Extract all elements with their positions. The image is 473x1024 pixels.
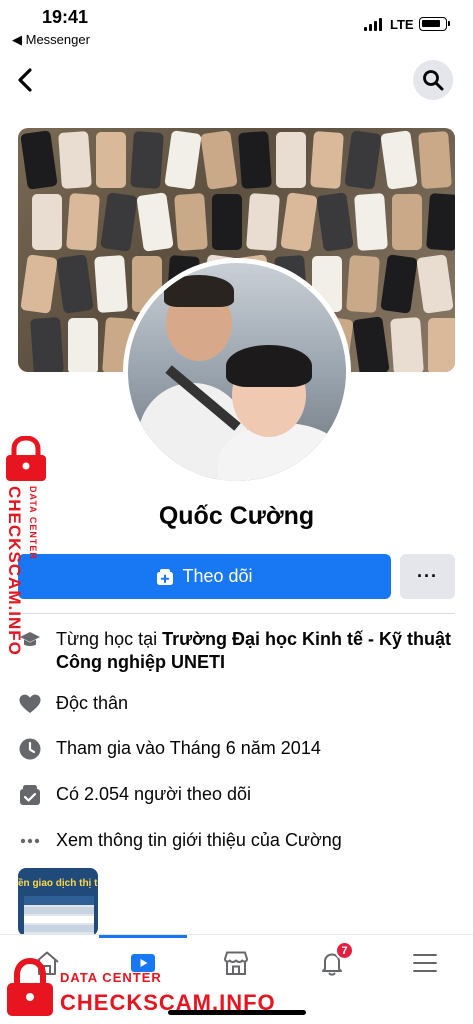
more-icon: ···	[417, 566, 438, 586]
cover-phone	[20, 254, 58, 314]
cover-phone	[20, 130, 58, 190]
watermark-bottom-brand: CHECKSCAM.INFO	[60, 990, 276, 1015]
profile-name: Quốc Cường	[158, 502, 315, 530]
search-icon	[423, 70, 444, 91]
watermark-lock-bottom-icon	[7, 958, 53, 1016]
cover-phone	[246, 193, 280, 251]
cover-phone	[94, 255, 128, 313]
thumbnail-title: ền giao dịch thị trườn	[18, 878, 98, 889]
thumbnail-table	[24, 896, 94, 936]
battery-icon	[419, 17, 450, 31]
joined-text: Tham gia vào Tháng 6 năm 2014	[56, 738, 321, 758]
cover-phone	[58, 131, 92, 189]
cover-phone	[310, 131, 344, 189]
info-relationship: Độc thân	[18, 692, 458, 716]
info-see-about[interactable]: Xem thông tin giới thiệu của Cường	[18, 829, 458, 853]
cover-phone	[392, 194, 422, 250]
cover-phone	[100, 192, 138, 252]
back-button[interactable]	[12, 64, 40, 96]
cover-phone	[212, 194, 242, 250]
follow-button[interactable]: Theo dõi	[18, 554, 391, 599]
followers-icon	[18, 783, 42, 807]
status-time: 19:41	[42, 7, 89, 27]
cover-phone	[174, 193, 208, 251]
cover-phone	[200, 130, 238, 190]
watermark-lock-icon	[6, 436, 46, 481]
info-education: Từng học tại Trường Đại học Kinh tế - Kỹ…	[18, 628, 458, 674]
notification-badge: 7	[335, 941, 354, 960]
follow-button-label: Theo dõi	[182, 566, 253, 586]
cover-phone	[66, 193, 100, 251]
active-tab-indicator	[99, 935, 187, 938]
more-options-button[interactable]: ···	[400, 554, 455, 599]
cover-phone	[380, 254, 418, 314]
cover-phone	[136, 192, 174, 252]
watermark-bottom-sub: DATA CENTER	[60, 970, 162, 985]
cover-phone	[346, 255, 380, 313]
divider	[18, 613, 455, 614]
cover-phone	[316, 192, 354, 252]
cover-phone	[164, 130, 202, 190]
info-joined: Tham gia vào Tháng 6 năm 2014	[18, 737, 458, 761]
cover-phone	[380, 130, 418, 190]
avatar-photo	[128, 263, 346, 481]
back-to-messenger-link[interactable]: ◀ Messenger	[12, 32, 90, 48]
cover-phone	[32, 194, 62, 250]
cover-phone	[426, 193, 455, 251]
cover-phone	[352, 316, 390, 372]
follow-icon	[157, 568, 174, 585]
signal-icon	[364, 18, 382, 31]
cover-phone	[96, 132, 126, 188]
ellipsis-icon	[18, 829, 42, 853]
cover-phone	[280, 192, 318, 252]
cover-phone	[418, 131, 452, 189]
tab-marketplace[interactable]	[211, 943, 261, 983]
hamburger-menu-icon	[413, 954, 437, 972]
cover-phone	[344, 130, 382, 190]
status-bar: 19:41 ◀ Messenger LTE	[0, 0, 473, 52]
cover-phone	[30, 317, 64, 372]
network-label: LTE	[390, 17, 414, 32]
watermark-side-brand: CHECKSCAM.INFO	[5, 486, 24, 656]
see-about-link[interactable]: Xem thông tin giới thiệu của Cường	[56, 829, 342, 852]
cover-phone	[238, 131, 272, 189]
clock-icon	[18, 737, 42, 761]
search-button[interactable]	[413, 60, 453, 100]
followers-text: Có 2.054 người theo dõi	[56, 784, 251, 804]
chevron-left-icon	[18, 68, 32, 92]
featured-thumbnail[interactable]: ền giao dịch thị trườn	[18, 868, 98, 936]
profile-avatar[interactable]	[123, 258, 351, 486]
cover-phone	[354, 193, 388, 251]
watermark-side-sub: DATA CENTER	[28, 486, 38, 560]
cover-phone	[56, 254, 94, 314]
cover-phone	[130, 131, 164, 189]
cover-phone	[428, 318, 455, 372]
marketplace-icon	[224, 951, 248, 975]
education-prefix: Từng học tại	[56, 629, 163, 649]
heart-icon	[18, 692, 42, 716]
tab-menu[interactable]	[400, 943, 450, 983]
cover-phone	[68, 318, 98, 372]
info-followers: Có 2.054 người theo dõi	[18, 783, 458, 807]
cover-phone	[276, 132, 306, 188]
relationship-text: Độc thân	[56, 693, 129, 713]
cover-phone	[416, 254, 454, 314]
cover-phone	[390, 317, 424, 372]
